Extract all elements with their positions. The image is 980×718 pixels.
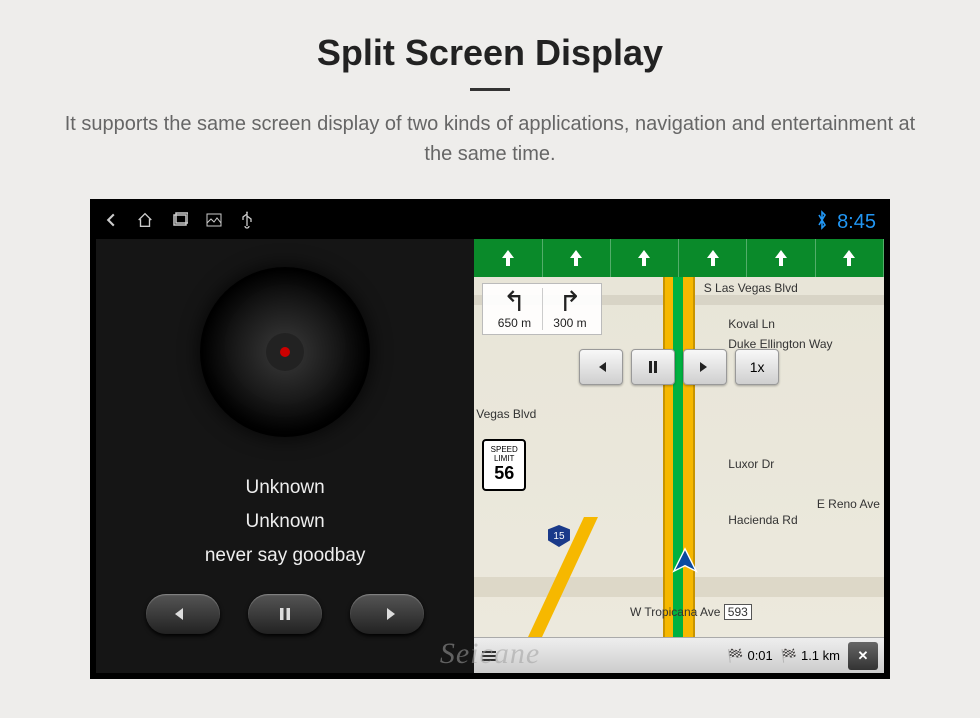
navigation-pane: S Las Vegas Blvd Koval Ln Duke Ellington… — [474, 239, 884, 673]
nav-pause-button[interactable] — [631, 349, 675, 385]
lane-arrow-icon — [543, 239, 611, 277]
interstate-shield: 15 — [548, 525, 570, 547]
vehicle-marker-icon — [671, 546, 699, 581]
nav-speed-button[interactable]: 1x — [735, 349, 779, 385]
bluetooth-icon — [815, 210, 829, 235]
device-screenshot: 8:45 Unknown Unknown never say goodbay — [90, 199, 890, 679]
turn-right-icon: ↱ — [558, 288, 581, 316]
street-label: Luxor Dr — [728, 457, 774, 471]
nav-menu-button[interactable] — [480, 647, 498, 665]
lane-arrow-icon — [611, 239, 679, 277]
flag-icon: 🏁 — [727, 648, 743, 664]
turn-panel: ↰ 650 m ↱ 300 m — [482, 283, 602, 335]
nav-eta-time: 0:01 — [747, 648, 772, 663]
status-bar: 8:45 — [96, 205, 884, 239]
music-artist: Unknown — [205, 471, 366, 505]
flag-icon: 🏁 — [781, 648, 797, 664]
back-icon[interactable] — [104, 213, 118, 232]
nav-next-button[interactable] — [683, 349, 727, 385]
lane-arrow-icon — [474, 239, 542, 277]
lane-arrow-icon — [679, 239, 747, 277]
album-disc — [200, 267, 370, 437]
nav-sim-controls: 1x — [579, 349, 779, 385]
music-prev-button[interactable] — [146, 594, 220, 634]
street-label: Koval Ln — [728, 317, 775, 331]
nav-remaining-dist: 1.1 km — [801, 648, 840, 663]
page-description: It supports the same screen display of t… — [60, 109, 920, 169]
nav-prev-button[interactable] — [579, 349, 623, 385]
recent-apps-icon[interactable] — [172, 212, 188, 233]
status-clock: 8:45 — [837, 211, 876, 234]
lane-arrow-icon — [816, 239, 884, 277]
music-next-button[interactable] — [350, 594, 424, 634]
nav-bottom-bar: 🏁 0:01 🏁 1.1 km ✕ — [474, 637, 884, 673]
title-underline — [470, 88, 510, 91]
street-label: Vegas Blvd — [476, 407, 536, 421]
street-label: E Reno Ave — [817, 497, 880, 511]
street-label: Hacienda Rd — [728, 513, 797, 527]
home-icon[interactable] — [136, 211, 154, 234]
picture-icon[interactable] — [206, 212, 222, 233]
music-album: Unknown — [205, 505, 366, 539]
speed-limit-sign: SPEED LIMIT 56 — [482, 439, 526, 491]
turn-left-icon: ↰ — [503, 288, 526, 316]
lane-arrow-icon — [747, 239, 815, 277]
music-track: never say goodbay — [205, 539, 366, 573]
turn2-distance: 300 m — [553, 316, 586, 330]
turn1-distance: 650 m — [498, 316, 531, 330]
lane-guidance-bar — [474, 239, 884, 277]
music-pane: Unknown Unknown never say goodbay — [96, 239, 474, 673]
music-pause-button[interactable] — [248, 594, 322, 634]
page-title: Split Screen Display — [0, 0, 980, 74]
street-label: W Tropicana Ave 593 — [630, 605, 752, 619]
track-info: Unknown Unknown never say goodbay — [205, 471, 366, 574]
nav-close-button[interactable]: ✕ — [848, 642, 878, 670]
street-label: S Las Vegas Blvd — [704, 281, 798, 295]
usb-icon[interactable] — [240, 211, 254, 234]
